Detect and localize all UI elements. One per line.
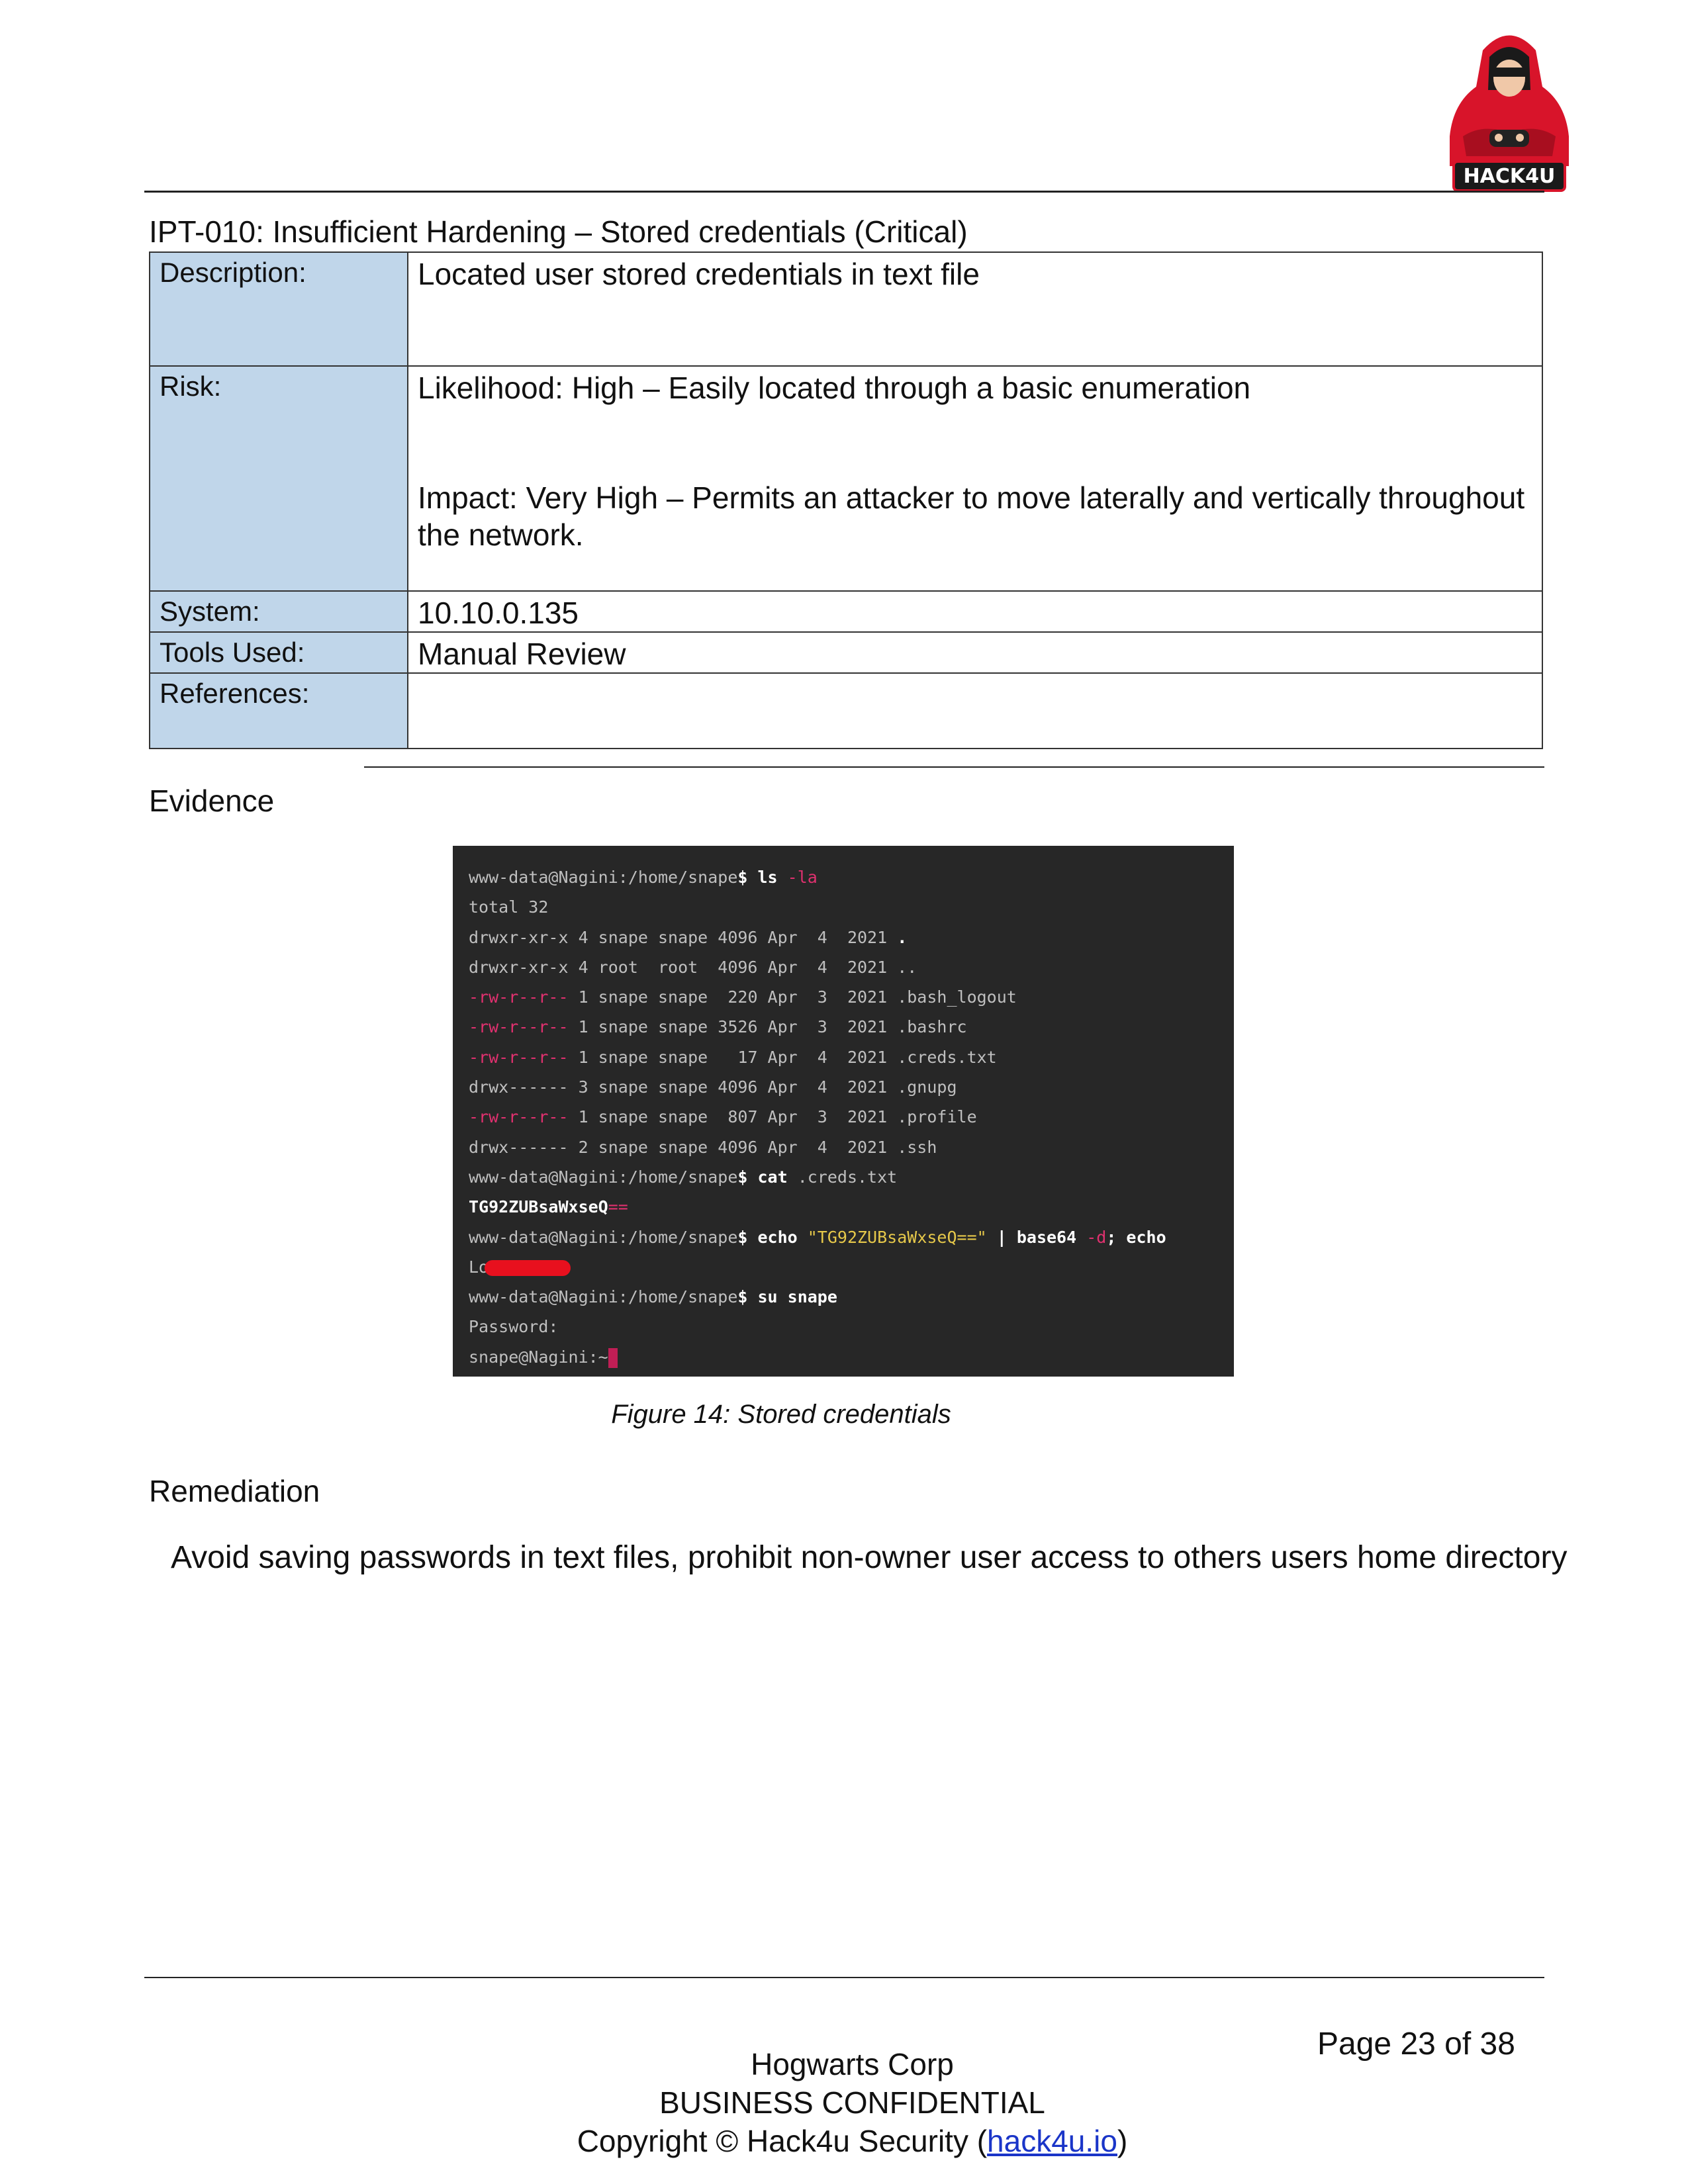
terminal-line: snape@Nagini:~ (469, 1342, 1234, 1372)
terminal-text: $ echo (737, 1227, 808, 1247)
terminal-text: 1 snape snape 807 Apr 3 2021 .profile (568, 1107, 977, 1127)
terminal-line: TG92ZUBsaWxseQ== (469, 1192, 1234, 1222)
figure-caption: Figure 14: Stored credentials (611, 1400, 951, 1429)
remediation-text: Avoid saving passwords in text files, pr… (171, 1540, 1568, 1575)
terminal-line: drwxr-xr-x 4 snape snape 4096 Apr 4 2021… (469, 923, 1234, 952)
terminal-text: == (608, 1197, 628, 1217)
footer-link[interactable]: hack4u.io (987, 2124, 1117, 2158)
terminal-text: | base64 (986, 1227, 1087, 1247)
terminal-text: Password: (469, 1317, 559, 1337)
terminal-text: drwx------ 2 snape snape 4096 Apr 4 2021… (469, 1137, 937, 1157)
finding-title: IPT-010: Insufficient Hardening – Stored… (149, 214, 968, 249)
references-value (407, 672, 1543, 749)
terminal-text: -rw-r--r-- (469, 987, 569, 1007)
terminal-line: -rw-r--r-- 1 snape snape 807 Apr 3 2021 … (469, 1102, 1234, 1132)
terminal-text: www-data@Nagini:/home/snape (469, 1287, 738, 1307)
terminal-text: $ cat (737, 1167, 798, 1187)
terminal-line: -rw-r--r-- 1 snape snape 3526 Apr 3 2021… (469, 1012, 1234, 1042)
tools-value: Manual Review (407, 631, 1543, 674)
terminal-line: www-data@Nagini:/home/snape$ cat .creds.… (469, 1162, 1234, 1192)
risk-value: Likelihood: High – Easily located throug… (407, 365, 1543, 592)
terminal-text: ; echo (1106, 1227, 1166, 1247)
footer-company: Hogwarts Corp (751, 2047, 954, 2081)
remediation-heading: Remediation (149, 1474, 320, 1508)
terminal-text: .creds.txt (797, 1167, 898, 1187)
terminal-screenshot: www-data@Nagini:/home/snape$ ls -la total… (453, 846, 1234, 1377)
redaction-mark (485, 1259, 571, 1276)
evidence-heading: Evidence (149, 784, 275, 818)
terminal-line: www-data@Nagini:/home/snape$ echo "TG92Z… (469, 1222, 1234, 1252)
terminal-text: www-data@Nagini:/home/snape (469, 1167, 738, 1187)
table-row-references: References: (149, 672, 1543, 749)
terminal-line: www-data@Nagini:/home/snape$ ls -la (469, 862, 1234, 892)
references-label: References: (149, 672, 408, 749)
terminal-text: drwxr-xr-x 4 snape snape 4096 Apr 4 2021 (469, 927, 898, 947)
terminal-text: 1 snape snape 3526 Apr 3 2021 .bashrc (568, 1017, 967, 1037)
terminal-text: drwxr-xr-x 4 root root 4096 Apr 4 2021 .… (469, 957, 917, 977)
terminal-text: snape@Nagini:~ (469, 1347, 608, 1367)
hack4u-logo: HACK4U (1450, 35, 1569, 192)
terminal-line: drwx------ 3 snape snape 4096 Apr 4 2021… (469, 1072, 1234, 1102)
footer-rule (144, 1977, 1544, 1978)
terminal-text: -rw-r--r-- (469, 1107, 569, 1127)
table-row-description: Description: Located user stored credent… (149, 251, 1543, 367)
terminal-text: drwx------ 3 snape snape 4096 Apr 4 2021… (469, 1077, 957, 1097)
description-label: Description: (149, 251, 408, 367)
terminal-text: . (897, 927, 908, 947)
terminal-text: total 32 (469, 897, 549, 917)
terminal-text: -rw-r--r-- (469, 1047, 569, 1067)
logo-text: HACK4U (1464, 165, 1556, 188)
copyright-prefix: Copyright © Hack4u Security ( (577, 2124, 988, 2158)
terminal-text: -la (787, 868, 818, 887)
tools-label: Tools Used: (149, 631, 408, 674)
terminal-line: total 32 (469, 892, 1234, 922)
terminal-text: 1 snape snape 220 Apr 3 2021 .bash_logou… (568, 987, 1017, 1007)
terminal-line: Password: (469, 1312, 1234, 1342)
risk-label: Risk: (149, 365, 408, 592)
section-rule (364, 766, 1544, 768)
description-value: Located user stored credentials in text … (407, 251, 1543, 367)
table-row-tools: Tools Used: Manual Review (149, 631, 1543, 674)
terminal-text: $ su snape (737, 1287, 837, 1307)
terminal-text: www-data@Nagini:/home/snape (469, 1227, 738, 1247)
header-rule (144, 191, 1544, 193)
terminal-text: 1 snape snape 17 Apr 4 2021 .creds.txt (568, 1047, 997, 1067)
table-row-system: System: 10.10.0.135 (149, 590, 1543, 633)
risk-impact: Impact: Very High – Permits an attacker … (418, 480, 1525, 552)
terminal-line: Lo (469, 1252, 1234, 1282)
copyright-suffix: ) (1117, 2124, 1128, 2158)
table-row-risk: Risk: Likelihood: High – Easily located … (149, 365, 1543, 592)
finding-details-table: Description: Located user stored credent… (149, 251, 1543, 749)
risk-likelihood: Likelihood: High – Easily located throug… (418, 371, 1251, 405)
terminal-text: TG92ZUBsaWxseQ (469, 1197, 608, 1217)
terminal-text: -d (1086, 1227, 1107, 1247)
terminal-line: -rw-r--r-- 1 snape snape 220 Apr 3 2021 … (469, 982, 1234, 1012)
terminal-text: $ ls (737, 868, 788, 887)
terminal-line: drwx------ 2 snape snape 4096 Apr 4 2021… (469, 1132, 1234, 1162)
footer-copyright: Copyright © Hack4u Security (hack4u.io) (0, 2122, 1688, 2160)
terminal-text: -rw-r--r-- (469, 1017, 569, 1037)
terminal-line: www-data@Nagini:/home/snape$ su snape (469, 1282, 1234, 1312)
terminal-text: "TG92ZUBsaWxseQ==" (807, 1227, 987, 1247)
system-value: 10.10.0.135 (407, 590, 1543, 633)
terminal-line: drwxr-xr-x 4 root root 4096 Apr 4 2021 .… (469, 952, 1234, 982)
terminal-line: -rw-r--r-- 1 snape snape 17 Apr 4 2021 .… (469, 1042, 1234, 1072)
terminal-text: www-data@Nagini:/home/snape (469, 868, 738, 887)
terminal-cursor (608, 1347, 618, 1368)
system-label: System: (149, 590, 408, 633)
footer-confidential: BUSINESS CONFIDENTIAL (659, 2085, 1045, 2120)
